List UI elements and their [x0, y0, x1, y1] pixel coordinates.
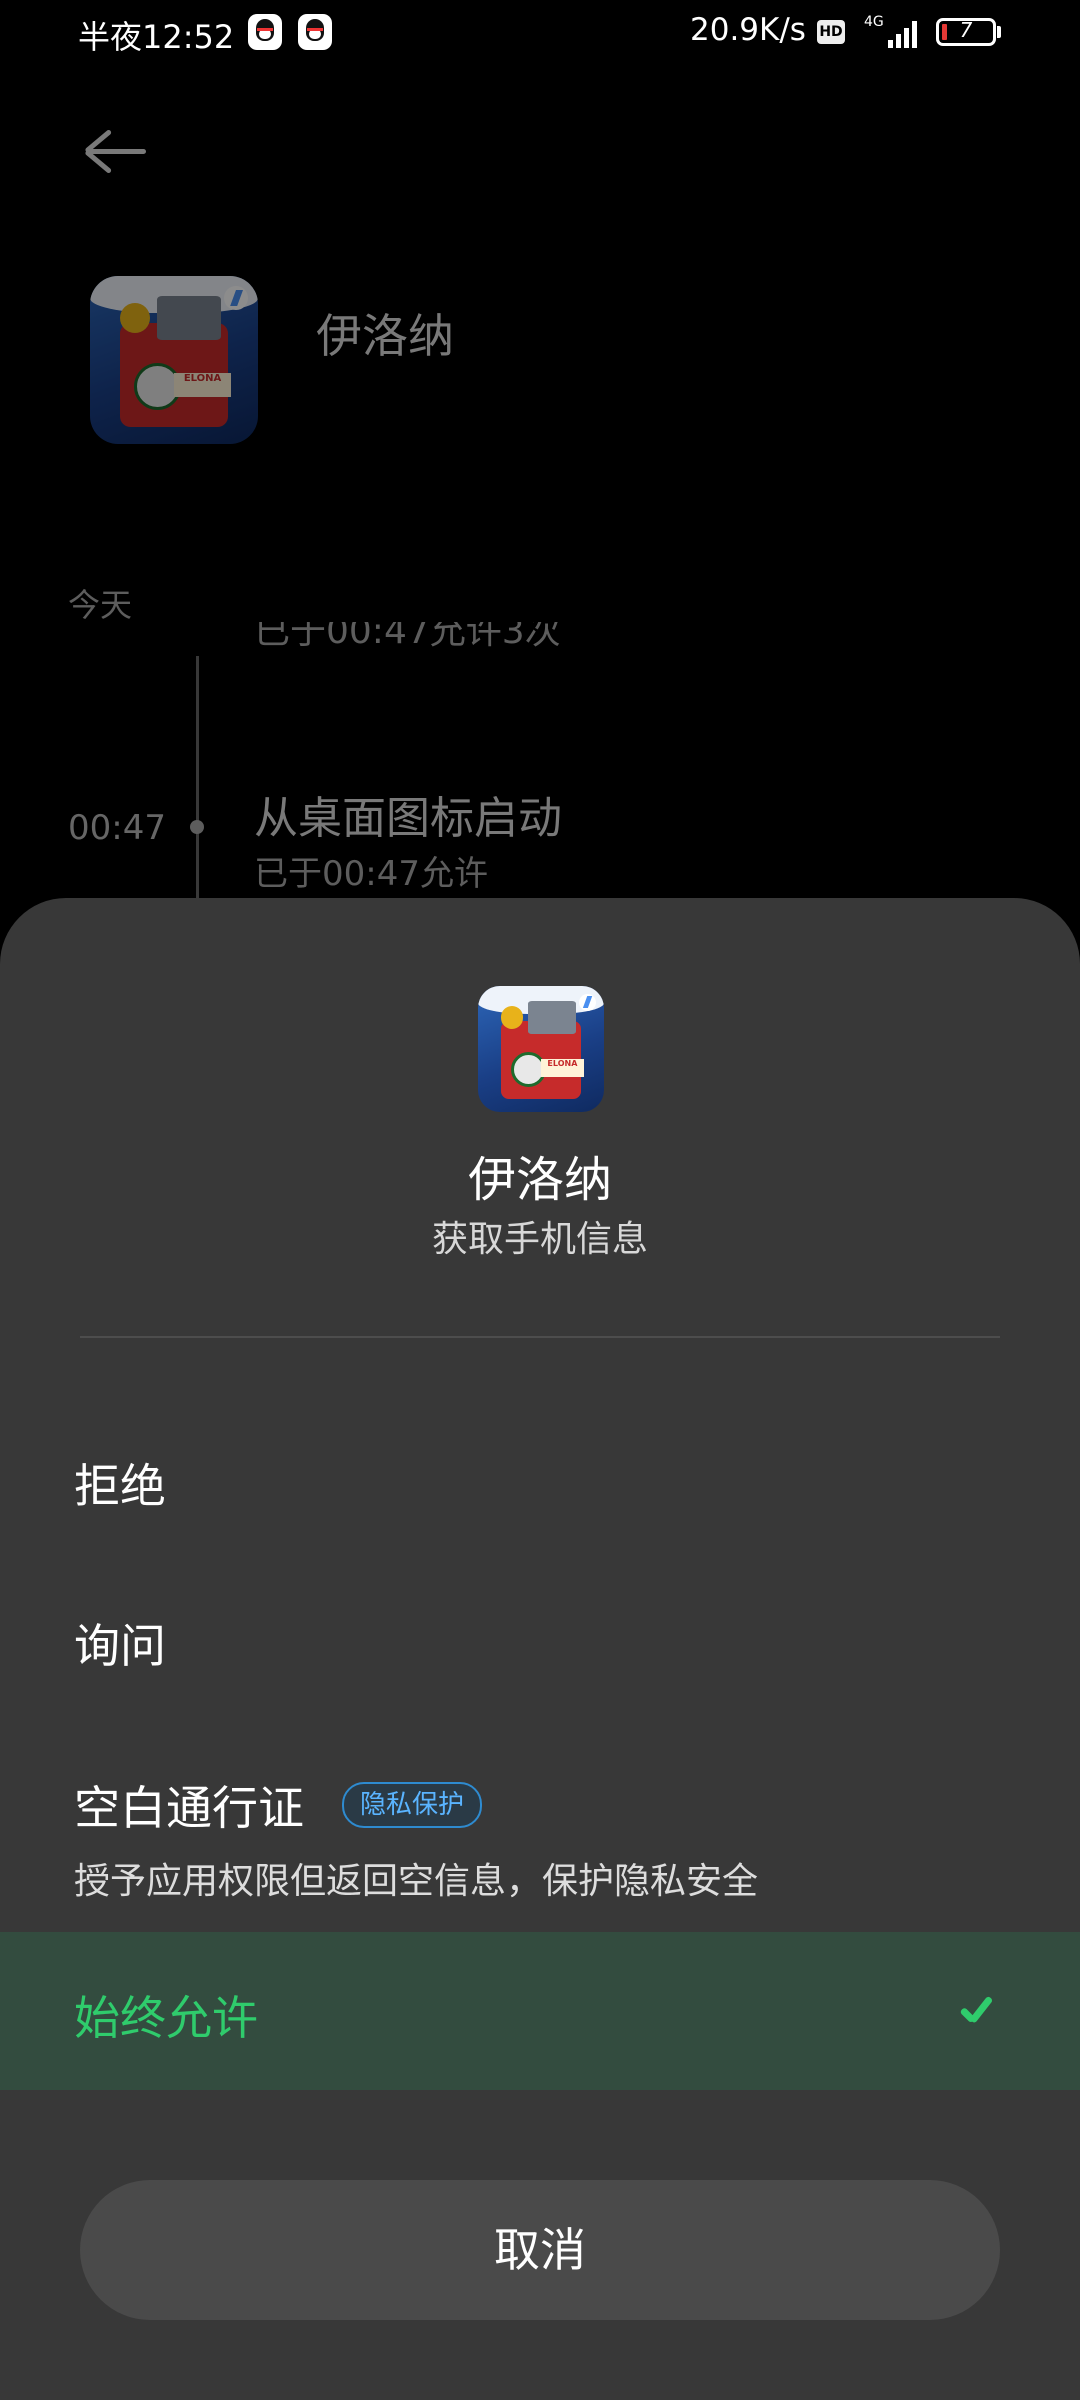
qq-notification-icon: [298, 14, 332, 50]
hd-icon: HD: [817, 20, 845, 44]
back-arrow-icon[interactable]: [84, 126, 154, 176]
app-title: 伊洛纳: [316, 309, 454, 363]
status-time: 半夜12:52: [78, 18, 235, 56]
option-ask[interactable]: 询问: [0, 1578, 1080, 1708]
qq-notification-icon: [248, 14, 282, 50]
permission-name: 获取手机信息: [431, 1219, 648, 1260]
app-icon: ELONA: [478, 986, 604, 1112]
timeline-dot: [190, 820, 204, 834]
option-label: 始终允许: [74, 1991, 258, 2045]
sheet-app-name: 伊洛纳: [467, 1152, 612, 1208]
permission-sheet: ELONA 伊洛纳 获取手机信息 拒绝 询问 空白通行证 隐私保护 授予应用权限…: [0, 898, 1080, 2400]
signal-icon: [880, 18, 920, 48]
log-title: 从桌面图标启动: [254, 793, 562, 844]
section-label-today: 今天: [68, 586, 133, 624]
privacy-badge: 隐私保护: [342, 1782, 483, 1828]
option-label: 空白通行证: [74, 1781, 304, 1835]
option-label: 拒绝: [74, 1459, 166, 1513]
background-page: ELONA 伊洛纳 今天 已于00:47允许3次 00:47 从桌面图标启动 已…: [0, 66, 1080, 966]
status-bar: 半夜12:52 20.9K/s HD 4G 7: [0, 0, 1080, 66]
network-speed: 20.9K/s: [690, 12, 806, 48]
option-label: 询问: [74, 1619, 166, 1673]
checkmark-icon: [958, 1988, 998, 2028]
option-deny[interactable]: 拒绝: [0, 1418, 1080, 1548]
cancel-button[interactable]: 取消: [80, 2180, 1000, 2320]
log-entry-partial: 已于00:47允许3次: [254, 622, 561, 652]
battery-level: 7: [959, 18, 973, 42]
option-always-allow[interactable]: 始终允许: [0, 1932, 1080, 2090]
log-time: 00:47: [68, 808, 166, 848]
divider: [80, 1336, 1000, 1338]
battery-icon: 7: [936, 18, 996, 46]
option-description: 授予应用权限但返回空信息，保护隐私安全: [74, 1861, 759, 1902]
app-icon: ELONA: [90, 276, 258, 444]
option-blank-pass[interactable]: 空白通行证 隐私保护 授予应用权限但返回空信息，保护隐私安全: [0, 1738, 1080, 1938]
log-subtitle: 已于00:47允许: [254, 854, 488, 894]
